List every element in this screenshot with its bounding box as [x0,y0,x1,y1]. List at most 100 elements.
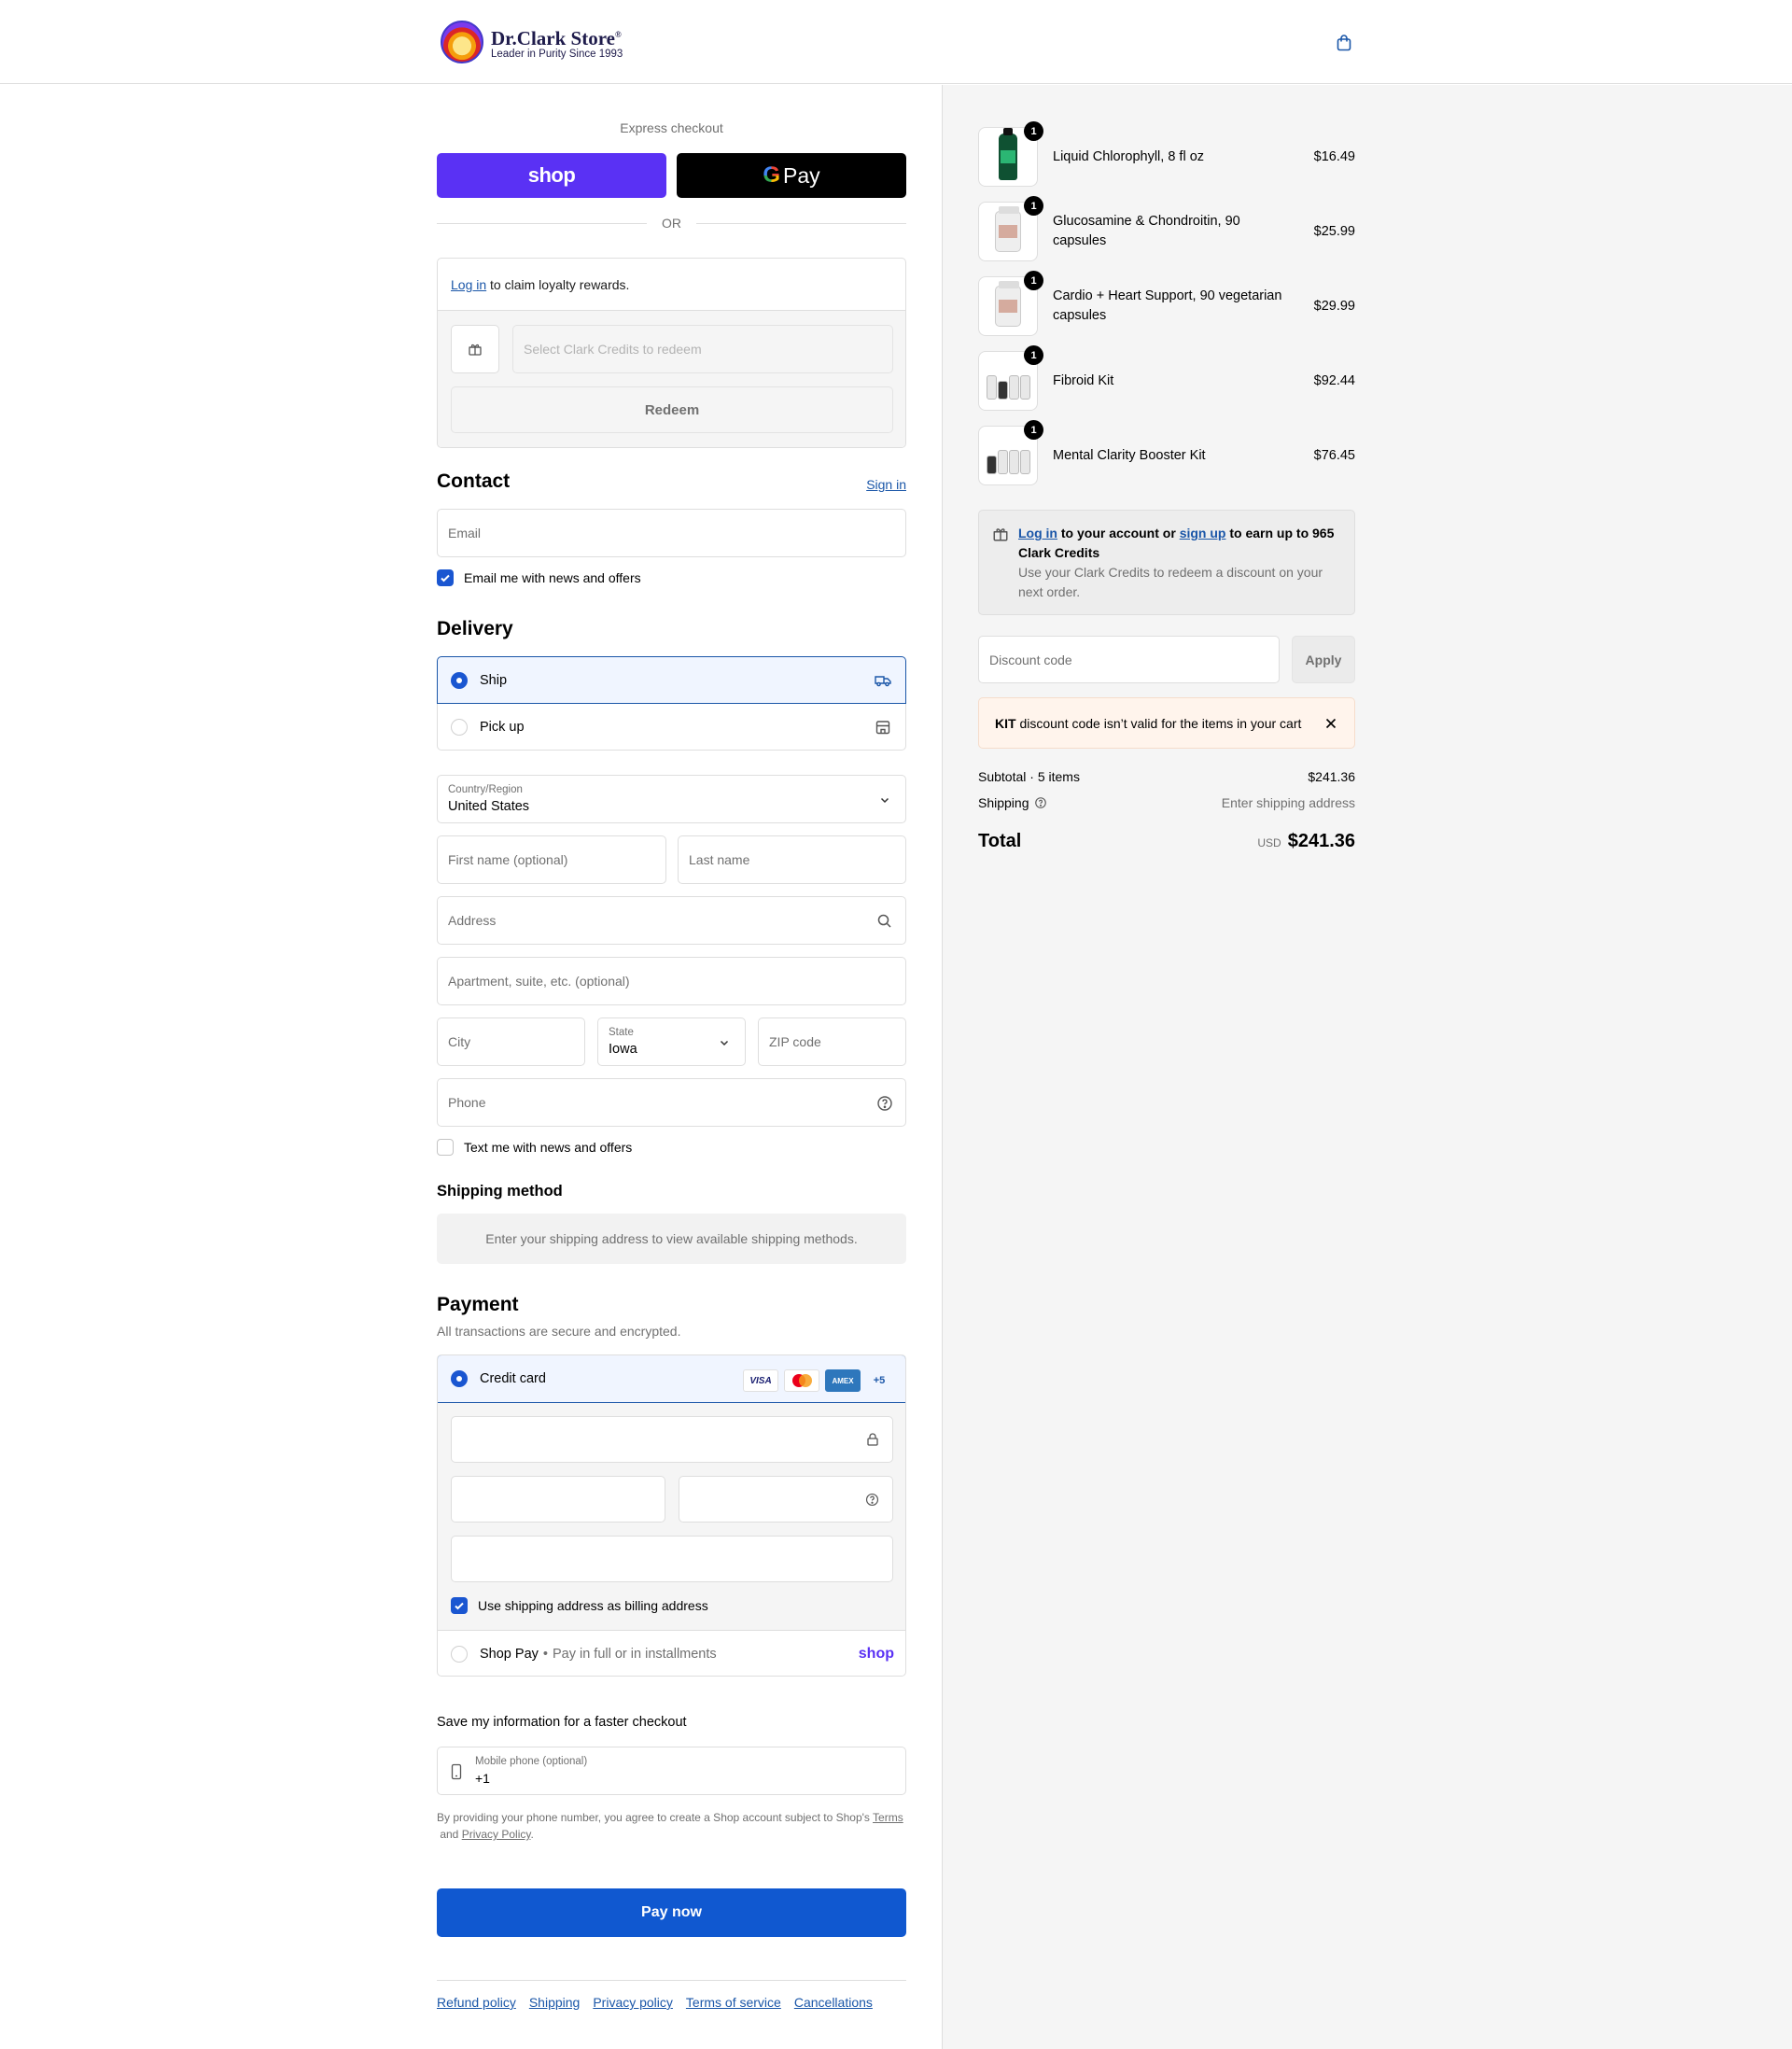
footer-link-terms-of-service[interactable]: Terms of service [686,1995,781,2010]
shop-pay-button-label: shop [527,163,576,187]
credits-login-link[interactable]: Log in [1018,526,1057,540]
store-icon [875,721,890,735]
expiration-date-field[interactable] [451,1476,665,1523]
mobile-phone-label: Mobile phone (optional) [475,1756,588,1767]
pickup-label: Pick up [480,719,525,735]
credit-card-radio[interactable] [451,1370,468,1387]
credits-subtext: Use your Clark Credits to redeem a disco… [1018,565,1323,599]
city-field[interactable]: City [437,1017,585,1066]
clark-credits-placeholder: Select Clark Credits to redeem [524,342,702,357]
product-price: $76.45 [1313,448,1355,463]
or-line-left [437,222,647,224]
card-brands: VISA AMEX +5 [743,1369,892,1392]
billing-address-label: Use shipping address as billing address [478,1598,708,1613]
mobile-phone-field[interactable]: Mobile phone (optional) +1 [437,1747,906,1795]
zip-placeholder: ZIP code [769,1034,821,1049]
text-news-checkbox[interactable] [437,1139,454,1156]
logo-registered-mark: ® [615,29,622,39]
first-name-field[interactable]: First name (optional) [437,835,666,884]
last-name-field[interactable]: Last name [678,835,906,884]
loyalty-login-link[interactable]: Log in [451,277,486,292]
logo-sun-icon [441,21,483,63]
kit-bottle [1020,450,1030,474]
legal-and: and [437,1828,462,1841]
privacy-policy-link[interactable]: Privacy Policy [462,1828,531,1841]
fibroid-kit-image [985,362,1031,400]
country-select[interactable]: Country/Region United States [437,775,906,823]
footer-link-privacy-policy[interactable]: Privacy policy [593,1995,673,2010]
delivery-option-pickup[interactable]: Pick up [437,703,906,751]
save-info-label: Save my information for a faster checkou… [437,1715,687,1730]
gift-button[interactable] [451,325,499,373]
cart-item: 1 Fibroid Kit $92.44 [978,345,1355,411]
clark-credits-select[interactable]: Select Clark Credits to redeem [512,325,893,373]
total-label: Total [978,831,1022,851]
quantity-badge: 1 [1024,196,1043,216]
email-news-label: Email me with news and offers [464,570,641,585]
credits-mid-text: to your account or [1057,526,1180,540]
google-pay-button[interactable]: G Pay [677,153,906,198]
logo-title: Dr.Clark Store® [491,26,622,49]
discount-code-field[interactable]: Discount code [978,636,1280,683]
sign-in-link[interactable]: Sign in [866,477,906,492]
shop-pay-option[interactable]: Shop Pay • Pay in full or in installment… [438,1630,905,1676]
address-field[interactable]: Address [437,896,906,945]
zip-field[interactable]: ZIP code [758,1017,906,1066]
cart-item: 1 Glucosamine & Chondroitin, 90 capsules… [978,196,1355,261]
redeem-button[interactable]: Redeem [451,386,893,433]
email-news-checkbox[interactable] [437,569,454,586]
delivery-option-ship[interactable]: Ship [437,656,906,704]
ship-radio[interactable] [451,672,468,689]
delivery-options: Ship Pick up [437,656,906,751]
shipping-label: Shipping [978,795,1029,810]
footer-links: Refund policy Shipping Privacy policy Te… [437,1995,873,2010]
country-label: Country/Region [448,784,523,795]
email-field[interactable]: Email [437,509,906,557]
pay-now-button[interactable]: Pay now [437,1888,906,1937]
credit-card-option[interactable]: Credit card VISA AMEX +5 [438,1355,905,1403]
shop-pay-button[interactable]: shop [437,153,666,198]
close-icon[interactable] [1323,715,1339,732]
contact-heading: Contact [437,470,511,492]
state-select[interactable]: State Iowa [597,1017,746,1066]
help-circle-icon[interactable] [875,1094,894,1113]
shipping-method-heading: Shipping method [437,1183,563,1200]
card-number-field[interactable] [451,1416,893,1463]
total-amount: USD $241.36 [1257,831,1355,852]
phone-field[interactable]: Phone [437,1078,906,1127]
gift-icon [469,344,482,356]
product-name: Fibroid Kit [1053,372,1114,388]
store-logo[interactable]: Dr.Clark Store® Leader in Purity Since 1… [441,21,623,63]
footer-link-shipping[interactable]: Shipping [529,1995,581,2010]
apply-discount-button[interactable]: Apply [1292,636,1355,683]
chlorophyll-bottle-image [999,128,1017,180]
footer-link-cancellations[interactable]: Cancellations [794,1995,873,2010]
subtotal-label: Subtotal · 5 items [978,769,1080,784]
shipping-method-message: Enter your shipping address to view avai… [485,1231,858,1246]
cart-item: 1 Liquid Chlorophyll, 8 fl oz $16.49 [978,121,1355,187]
credits-text: Log in to your account or sign up to ear… [1018,524,1345,602]
shipping-row: Shipping Enter shipping address [978,795,1355,810]
more-cards-badge[interactable]: +5 [866,1369,892,1392]
shop-pay-radio[interactable] [451,1646,468,1663]
help-circle-icon[interactable] [864,1492,880,1508]
footer-divider [437,1980,906,1981]
discount-error-message: discount code isn’t valid for the items … [1015,715,1302,731]
gift-icon [993,528,1008,541]
separator-dot: • [542,1647,548,1662]
help-circle-icon[interactable] [1034,796,1047,809]
name-on-card-field[interactable] [451,1536,893,1582]
shopping-bag-icon[interactable] [1335,34,1353,52]
credits-signup-link[interactable]: sign up [1180,526,1226,540]
footer-link-refund-policy[interactable]: Refund policy [437,1995,516,2010]
pickup-radio[interactable] [451,719,468,736]
security-code-field[interactable] [679,1476,893,1523]
subtotal-row: Subtotal · 5 items $241.36 [978,769,1355,784]
apartment-field[interactable]: Apartment, suite, etc. (optional) [437,957,906,1005]
billing-address-checkbox[interactable] [451,1597,468,1614]
more-cards-text: +5 [873,1375,886,1386]
terms-link[interactable]: Terms [873,1811,903,1824]
quantity-badge: 1 [1024,420,1043,440]
cart-item: 1 Cardio + Heart Support, 90 vegetarian … [978,271,1355,336]
loyalty-login-text: to claim loyalty rewards. [486,276,630,292]
